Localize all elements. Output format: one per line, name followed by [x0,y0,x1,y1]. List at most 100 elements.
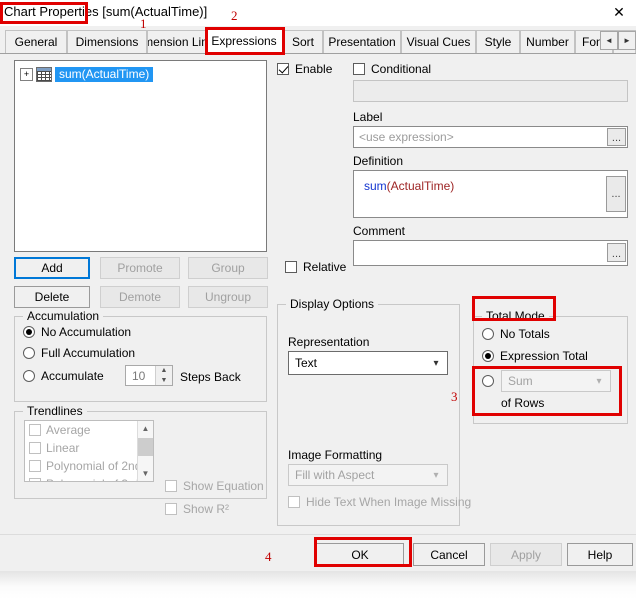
group-button[interactable]: Group [188,257,268,279]
scrollbar-thumb[interactable] [138,438,153,456]
add-button[interactable]: Add [14,257,90,279]
chevron-down-icon[interactable]: ▾ [588,376,610,387]
aggregation-value: Sum [508,374,533,388]
radio-indicator [23,370,35,382]
steps-back-stepper[interactable]: 10 ▲ ▼ [125,365,173,386]
checkbox-indicator[interactable] [29,460,41,472]
trendlines-scrollbar[interactable]: ▲ ▼ [137,421,153,481]
chevron-down-icon[interactable]: ▾ [425,470,447,481]
hide-text-when-image-missing-checkbox[interactable]: Hide Text When Image Missing [288,495,471,509]
annotation-number-2: 2 [231,8,238,23]
relative-checkbox[interactable]: Relative [285,260,346,274]
hide-text-label: Hide Text When Image Missing [306,495,472,509]
radio-indicator [482,328,494,340]
checkbox-indicator [165,503,177,515]
title-bar: Chart Properties [sum(ActualTime)] ✕ [0,0,636,26]
label-field-placeholder: <use expression> [359,130,454,144]
promote-button[interactable]: Promote [100,257,180,279]
accumulation-group-title: Accumulation [23,309,104,323]
tab-scroll-right-icon[interactable]: ► [618,31,636,50]
tab-strip: General Dimensions Dimension Limits Expr… [0,26,636,54]
tab-visual-cues[interactable]: Visual Cues [401,30,476,53]
list-item-label: Polynomial of 3rd d [46,477,149,481]
total-mode-group-title: Total Mode [482,309,549,323]
scroll-down-icon[interactable]: ▼ [138,466,153,481]
expand-plus-icon[interactable]: + [20,67,33,81]
show-r2-label: Show R² [183,502,230,516]
radio-label: Accumulate [41,369,104,383]
list-item-label: Linear [46,441,80,455]
show-equation-label: Show Equation [183,479,264,493]
comment-field[interactable] [353,240,628,266]
ungroup-button[interactable]: Ungroup [188,286,268,308]
tree-item-label: sum(ActualTime) [55,66,154,82]
image-formatting-select[interactable]: Fill with Aspect ▾ [288,464,448,486]
list-item-label: Polynomial of 2nd d [46,459,152,473]
show-r2-checkbox[interactable]: Show R² [165,502,229,516]
tab-dimension-limits[interactable]: Dimension Limits [147,30,208,53]
cancel-button[interactable]: Cancel [413,543,485,566]
tab-sort[interactable]: Sort [283,30,323,53]
radio-no-totals[interactable]: No Totals [482,327,550,341]
label-field[interactable]: <use expression> [353,126,628,148]
definition-field[interactable]: sum(ActualTime) [353,170,628,218]
trendlines-listbox[interactable]: Average Linear Polynomial of 2nd d Polyn… [24,420,154,482]
checkbox-indicator[interactable] [29,442,41,454]
tab-scroll-left-icon[interactable]: ◄ [600,31,618,50]
checkbox-indicator [288,496,300,508]
stepper-arrows[interactable]: ▲ ▼ [155,366,172,385]
apply-button[interactable]: Apply [490,543,562,566]
demote-button[interactable]: Demote [100,286,180,308]
checkbox-indicator [353,63,365,75]
representation-value: Text [295,356,318,370]
list-item[interactable]: Polynomial of 3rd d [25,475,153,481]
stepper-up-icon[interactable]: ▲ [156,366,172,376]
image-formatting-value: Fill with Aspect [295,468,375,482]
list-item[interactable]: Average [25,421,153,439]
table-grid-icon [36,66,52,82]
scroll-up-icon[interactable]: ▲ [138,421,153,436]
display-options-group-title: Display Options [286,297,379,311]
annotation-number-3: 3 [451,389,458,404]
list-item[interactable]: Linear [25,439,153,457]
conditional-field[interactable] [353,80,628,102]
checkbox-indicator[interactable] [29,478,41,481]
tab-dimensions[interactable]: Dimensions [67,30,147,53]
conditional-checkbox[interactable]: Conditional [353,62,431,76]
radio-label: Full Accumulation [41,346,136,360]
checkbox-indicator[interactable] [29,424,41,436]
desktop-background [0,571,636,599]
aggregation-select[interactable]: Sum ▾ [501,370,611,392]
radio-indicator [482,375,494,387]
close-icon[interactable]: ✕ [606,2,632,22]
stepper-down-icon[interactable]: ▼ [156,376,172,386]
definition-browse-button[interactable]: ... [606,176,626,212]
ok-button[interactable]: OK [316,543,404,566]
representation-select[interactable]: Text ▾ [288,351,448,375]
radio-no-accumulation[interactable]: No Accumulation [23,325,131,339]
label-browse-button[interactable]: ... [607,128,626,146]
delete-button[interactable]: Delete [14,286,90,308]
checkbox-indicator [277,63,289,75]
tree-item-sum-actualtime[interactable]: + sum(ActualTime) [20,66,154,82]
label-field-label: Label [353,110,383,124]
checkbox-indicator [165,480,177,492]
enable-label: Enable [295,62,333,76]
comment-browse-button[interactable]: ... [607,243,626,262]
tab-expressions[interactable]: Expressions [205,28,283,54]
radio-aggregation-total[interactable] [482,375,494,387]
radio-expression-total[interactable]: Expression Total [482,349,588,363]
tab-number[interactable]: Number [520,30,575,53]
radio-full-accumulation[interactable]: Full Accumulation [23,346,135,360]
tab-style[interactable]: Style [476,30,520,53]
show-equation-checkbox[interactable]: Show Equation [165,479,264,493]
expression-tree[interactable]: + sum(ActualTime) [14,60,267,252]
radio-label: No Accumulation [41,325,132,339]
tab-general[interactable]: General [5,30,67,53]
enable-checkbox[interactable]: Enable [277,62,332,76]
tab-presentation[interactable]: Presentation [323,30,401,53]
list-item[interactable]: Polynomial of 2nd d [25,457,153,475]
radio-accumulate[interactable]: Accumulate [23,369,104,383]
chevron-down-icon[interactable]: ▾ [425,358,447,369]
help-button[interactable]: Help [567,543,633,566]
